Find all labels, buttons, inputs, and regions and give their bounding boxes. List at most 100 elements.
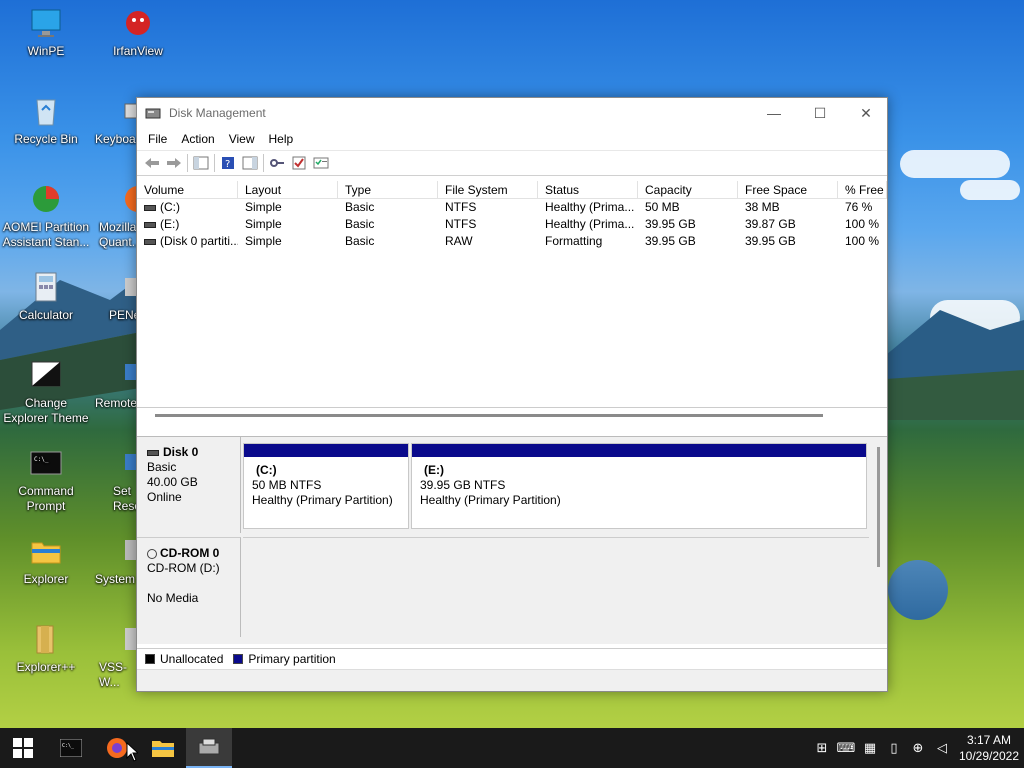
volume-list[interactable]: Volume Layout Type File System Status Ca… [137, 181, 887, 408]
firefox-icon [125, 186, 137, 212]
vertical-scrollbar[interactable] [877, 447, 880, 567]
desktop-icon-aomei[interactable]: AOMEI Partition Assistant Stan... [1, 182, 91, 250]
maximize-button[interactable]: ☐ [797, 98, 843, 128]
menu-action[interactable]: Action [174, 132, 221, 146]
back-button[interactable] [141, 152, 163, 174]
column-header-capacity[interactable]: Capacity [638, 181, 738, 198]
menu-file[interactable]: File [141, 132, 174, 146]
taskbar-disk-management[interactable] [186, 728, 232, 768]
column-header-type[interactable]: Type [338, 181, 438, 198]
desktop-icon-system[interactable]: System [93, 534, 137, 587]
properties-button[interactable] [310, 152, 332, 174]
forward-button[interactable] [163, 152, 185, 174]
disk-0-type: Basic [147, 460, 177, 474]
desktop-icon-label: Mozilla Quant... [99, 220, 137, 249]
globe-icon[interactable]: ⊕ [906, 728, 930, 768]
cdrom-0-spacer [147, 576, 230, 591]
cell-type: Basic [345, 234, 375, 248]
remote-desktop-icon [125, 364, 137, 380]
aomei-icon [33, 186, 59, 212]
show-hide-console-tree-button[interactable] [190, 152, 212, 174]
close-button[interactable]: ✕ [843, 98, 889, 128]
cell-capacity: 50 MB [645, 200, 680, 214]
usb-icon[interactable]: ▯ [882, 728, 906, 768]
cdrom-0-area[interactable] [243, 537, 869, 637]
volume-muted-icon[interactable]: ◁ [930, 728, 954, 768]
partition-e-size: 39.95 GB NTFS [420, 478, 506, 492]
disk-0-title: Disk 0 [147, 445, 230, 460]
desktop-icon-remote[interactable]: Remote [93, 358, 137, 411]
partition-bar [412, 444, 866, 457]
taskbar-file-explorer[interactable] [140, 728, 186, 768]
desktop-icon-irfanview[interactable]: IrfanView [93, 6, 183, 59]
desktop-icon-mozilla[interactable]: Mozilla Quant... [93, 182, 137, 250]
desktop-icon-winpe[interactable]: WinPE [1, 6, 91, 59]
column-header-layout[interactable]: Layout [238, 181, 338, 198]
cell-free-space: 39.87 GB [745, 217, 796, 231]
disk-management-icon [145, 108, 161, 119]
menu-help[interactable]: Help [262, 132, 301, 146]
desktop-icon-label: Explorer [23, 572, 69, 586]
column-header-percent-free[interactable]: % Free [838, 181, 887, 198]
horizontal-scrollbar[interactable] [155, 414, 823, 417]
desktop-icon-command-prompt[interactable]: C:\_ Command Prompt [1, 446, 91, 514]
start-button[interactable] [0, 728, 46, 768]
desktop-icon-keyboard[interactable]: Keyboa... [93, 94, 137, 147]
desktop-icon-explorer[interactable]: Explorer [1, 534, 91, 587]
desktop-icon-label: Keyboa... [95, 132, 137, 146]
properties-icon [313, 157, 329, 169]
cloud [960, 180, 1020, 200]
partition-c-info: (C:) 50 MB NTFS Healthy (Primary Partiti… [244, 457, 408, 514]
desktop-icon-recycle-bin[interactable]: Recycle Bin [1, 94, 91, 147]
cell-file-system: NTFS [445, 217, 477, 231]
keyboard-icon[interactable]: ⌨ [834, 728, 858, 768]
menu-view[interactable]: View [222, 132, 262, 146]
column-header-file-system[interactable]: File System [438, 181, 538, 198]
taskbar-command-prompt[interactable]: C:\_ [48, 728, 94, 768]
desktop-icon-penetwork[interactable]: PENe... [93, 270, 137, 323]
partition-c[interactable]: (C:) 50 MB NTFS Healthy (Primary Partiti… [243, 443, 409, 529]
volume-row[interactable]: (E:) Simple Basic NTFS Healthy (Prima...… [137, 216, 887, 233]
partition-e-info: (E:) 39.95 GB NTFS Healthy (Primary Part… [412, 457, 866, 514]
partition-e[interactable]: (E:) 39.95 GB NTFS Healthy (Primary Part… [411, 443, 867, 529]
disk-management-icon [198, 738, 220, 755]
cdrom-0-label[interactable]: CD-ROM 0 CD-ROM (D:) No Media [137, 537, 241, 637]
desktop-icon-label: WinPE [27, 44, 65, 58]
help-button[interactable]: ? [217, 152, 239, 174]
cell-volume: (C:) [137, 199, 238, 216]
disk-graphical-view[interactable]: Disk 0 Basic 40.00 GB Online (C:) 50 MB … [137, 436, 887, 644]
desktop-icon-label: AOMEI Partition Assistant Stan... [2, 220, 90, 249]
column-header-status[interactable]: Status [538, 181, 638, 198]
volume-icon [144, 221, 156, 228]
monitor-icon [31, 9, 61, 37]
volume-icon [144, 204, 156, 211]
cell-volume: (E:) [137, 216, 238, 233]
network-icon[interactable]: ⊞ [810, 728, 834, 768]
cell-status: Formatting [545, 234, 603, 248]
volume-row[interactable]: (Disk 0 partiti... Simple Basic RAW Form… [137, 233, 887, 250]
desktop-icon-explorer-plus[interactable]: Explorer++ [1, 622, 91, 675]
color-icon[interactable]: ▦ [858, 728, 882, 768]
clock-date: 10/29/2022 [958, 749, 1020, 763]
desktop-icon-change-explorer-theme[interactable]: Change Explorer Theme [1, 358, 91, 426]
title-bar[interactable]: Disk Management — ☐ ✕ [137, 98, 887, 128]
cell-layout: Simple [245, 217, 282, 231]
desktop-icon-calculator[interactable]: Calculator [1, 270, 91, 323]
key-icon [270, 159, 284, 167]
show-hide-action-pane-button[interactable] [239, 152, 261, 174]
folder-icon [152, 741, 174, 757]
cell-volume: (Disk 0 partiti... [137, 233, 238, 250]
clock[interactable]: 3:17 AM 10/29/2022 [954, 732, 1024, 764]
disk-management-window[interactable]: Disk Management — ☐ ✕ File Action View H… [136, 97, 888, 692]
disk-0-label[interactable]: Disk 0 Basic 40.00 GB Online [137, 437, 241, 533]
connect-virtual-disk-button[interactable] [266, 152, 288, 174]
desktop-icon-set-resolution[interactable]: Set Reso... [93, 446, 137, 514]
cell-file-system: RAW [445, 234, 473, 248]
column-header-free-space[interactable]: Free Space [738, 181, 838, 198]
desktop-icon-vss[interactable]: VSS-W... [93, 622, 137, 690]
minimize-button[interactable]: — [751, 98, 797, 128]
desktop-icon-label: Remote [95, 396, 137, 410]
volume-row[interactable]: (C:) Simple Basic NTFS Healthy (Prima...… [137, 199, 887, 216]
check-button[interactable] [288, 152, 310, 174]
column-header-volume[interactable]: Volume [137, 181, 238, 198]
